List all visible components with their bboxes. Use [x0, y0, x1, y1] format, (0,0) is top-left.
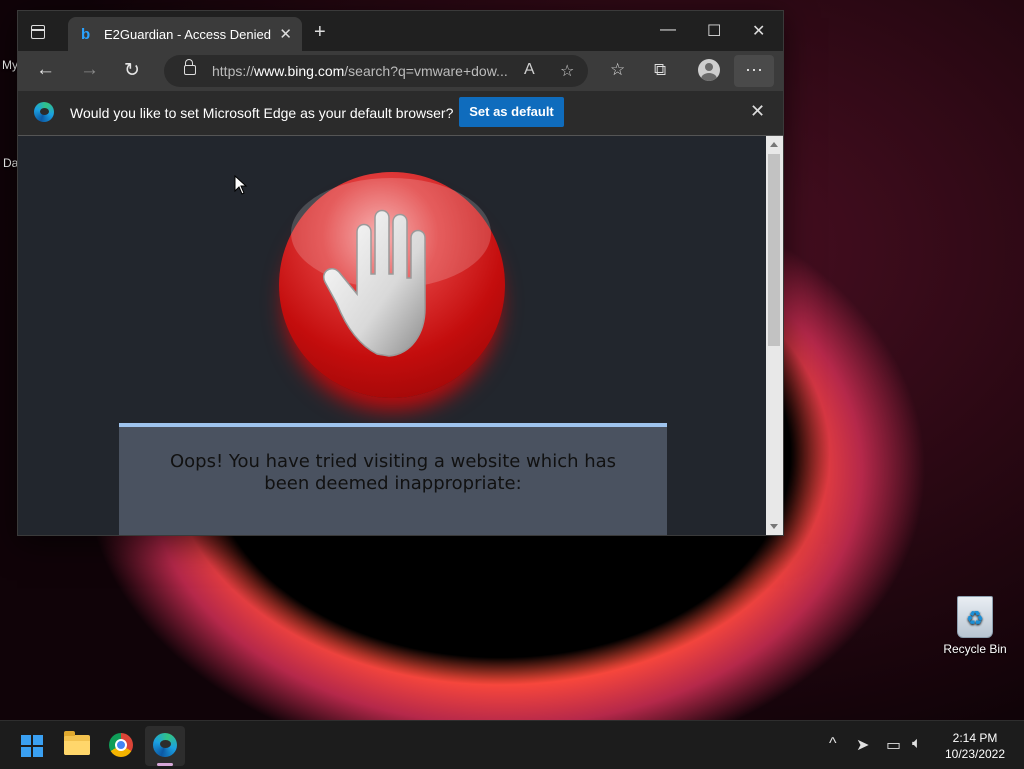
address-bar[interactable]: https://www.bing.com/search?q=vmware+dow…	[164, 55, 588, 87]
collections-icon[interactable]: ⧉	[654, 60, 666, 80]
read-aloud-icon[interactable]: A	[524, 61, 535, 79]
scrollbar-thumb[interactable]	[768, 154, 780, 346]
minimize-icon[interactable]: —	[660, 21, 676, 39]
maximize-icon[interactable]: ☐	[707, 21, 721, 41]
taskbar: ^ ➤ ▭ 🔈︎ 2:14 PM 10/23/2022	[0, 720, 1024, 769]
desktop-icon-label-1[interactable]: My	[2, 58, 18, 72]
tab-close-icon[interactable]: ✕	[279, 25, 292, 43]
edge-taskbar-button[interactable]	[145, 726, 185, 766]
stop-hand-icon	[279, 172, 505, 398]
recycle-bin-label: Recycle Bin	[943, 642, 1007, 656]
lock-icon[interactable]	[184, 59, 196, 75]
infobar-close-icon[interactable]: ✕	[750, 101, 765, 122]
message-panel: Oops! You have tried visiting a website …	[119, 423, 667, 535]
favorites-icon[interactable]: ☆	[610, 60, 625, 80]
edge-icon	[34, 102, 54, 122]
file-explorer-icon[interactable]	[64, 731, 90, 755]
profile-avatar-icon[interactable]	[698, 59, 720, 81]
clock-time: 2:14 PM	[952, 731, 998, 745]
chrome-icon[interactable]	[109, 733, 133, 757]
browser-window: b E2Guardian - Access Denied ✕ + — ☐ ✕ ←…	[17, 10, 784, 536]
bing-icon: b	[81, 26, 91, 43]
forward-icon[interactable]: →	[80, 59, 99, 81]
recycle-bin-shortcut[interactable]: ♻ Recycle Bin	[940, 596, 1010, 656]
address-url: https://www.bing.com/search?q=vmware+dow…	[212, 63, 508, 79]
edge-taskbar-icon	[153, 733, 177, 757]
recycle-bin-icon: ♻	[957, 596, 993, 638]
network-icon[interactable]: ▭	[886, 735, 901, 755]
page-content: Oops! You have tried visiting a website …	[18, 136, 766, 535]
infobar-message: Would you like to set Microsoft Edge as …	[70, 105, 454, 121]
scrollbar[interactable]	[766, 136, 783, 535]
start-windows-icon[interactable]	[21, 735, 43, 757]
set-as-default-button[interactable]: Set as default	[459, 97, 564, 127]
back-icon[interactable]: ←	[36, 59, 55, 81]
more-options-icon[interactable]: ···	[734, 55, 774, 87]
volume-icon[interactable]: 🔈︎	[912, 735, 922, 753]
show-hidden-icons-chevron-icon[interactable]: ^	[829, 735, 837, 753]
location-icon[interactable]: ➤	[856, 735, 869, 755]
tab-title: E2Guardian - Access Denied	[104, 27, 271, 42]
new-tab-icon[interactable]: +	[314, 21, 326, 44]
refresh-icon[interactable]: ↻	[124, 59, 140, 82]
mouse-cursor	[234, 175, 248, 195]
tab-bar: b E2Guardian - Access Denied ✕ + — ☐ ✕	[18, 11, 783, 51]
window-close-icon[interactable]: ✕	[752, 21, 765, 41]
clock[interactable]: 2:14 PM 10/23/2022	[938, 730, 1012, 762]
clock-date: 10/23/2022	[944, 747, 1006, 761]
tab-actions-icon[interactable]	[28, 22, 48, 42]
default-browser-infobar: Would you like to set Microsoft Edge as …	[18, 91, 783, 136]
access-denied-message: Oops! You have tried visiting a website …	[169, 451, 617, 494]
toolbar: ← → ↻ https://www.bing.com/search?q=vmwa…	[18, 51, 783, 91]
add-favorite-icon[interactable]: ☆	[560, 61, 574, 81]
browser-tab[interactable]: b E2Guardian - Access Denied ✕	[68, 17, 302, 51]
